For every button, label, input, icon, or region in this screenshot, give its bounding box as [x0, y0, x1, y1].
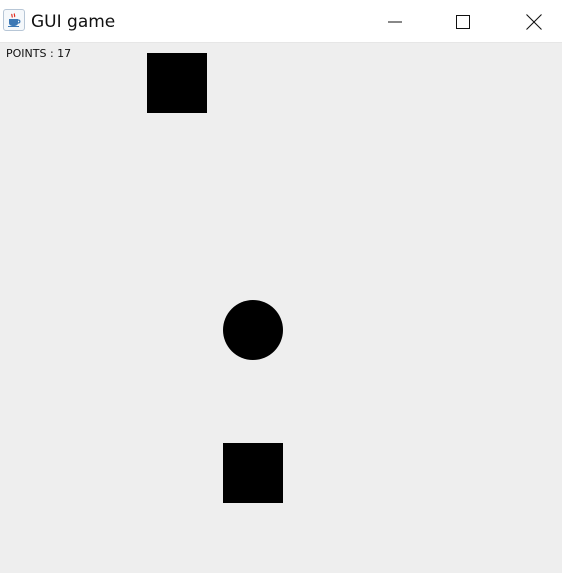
title-bar: GUI game: [0, 0, 562, 43]
block-top: [147, 53, 207, 113]
minimize-button[interactable]: [372, 0, 418, 43]
close-button[interactable]: [511, 0, 557, 43]
score-label: POINTS : 17: [6, 47, 72, 60]
block-bottom: [223, 443, 283, 503]
java-cup-icon[interactable]: [3, 9, 25, 31]
window-title: GUI game: [31, 12, 116, 32]
maximize-icon: [456, 14, 470, 29]
maximize-button[interactable]: [440, 0, 486, 43]
game-canvas[interactable]: POINTS : 17: [0, 43, 562, 573]
ball: [223, 300, 283, 360]
minimize-icon: [388, 21, 402, 22]
close-icon: [526, 13, 542, 30]
